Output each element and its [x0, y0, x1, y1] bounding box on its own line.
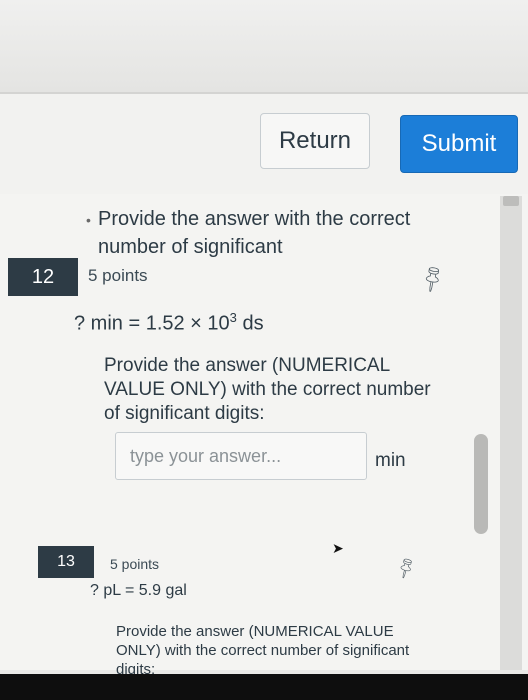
question-points: 5 points	[88, 266, 148, 285]
scroll-up-arrow[interactable]	[503, 196, 519, 206]
question-equation: ? min = 1.52 × 103 ds	[74, 310, 264, 335]
page-scrollbar[interactable]	[500, 196, 522, 670]
return-button[interactable]: Return	[260, 113, 370, 169]
submit-button[interactable]: Submit	[400, 115, 518, 173]
answer-unit-label: min	[375, 450, 406, 471]
question-points: 5 points	[110, 556, 160, 572]
question-instruction: Provide the answer (NUMERICAL VALUE ONLY…	[116, 623, 410, 678]
scrollbar-thumb[interactable]	[474, 434, 488, 534]
top-background	[0, 0, 528, 92]
question-instruction: Provide the answer (NUMERICAL VALUE ONLY…	[104, 355, 431, 424]
mouse-cursor-icon: ➤	[332, 540, 344, 556]
question-number-badge: 12	[8, 258, 78, 296]
screen-bezel	[0, 674, 528, 700]
bullet-icon: •	[86, 212, 91, 228]
question-equation: ? pL = 5.9 gal	[90, 582, 187, 599]
question-number-badge: 13	[38, 546, 94, 578]
answer-input[interactable]	[115, 432, 367, 480]
previous-question-instruction: Provide the answer with the correct numb…	[98, 208, 411, 258]
